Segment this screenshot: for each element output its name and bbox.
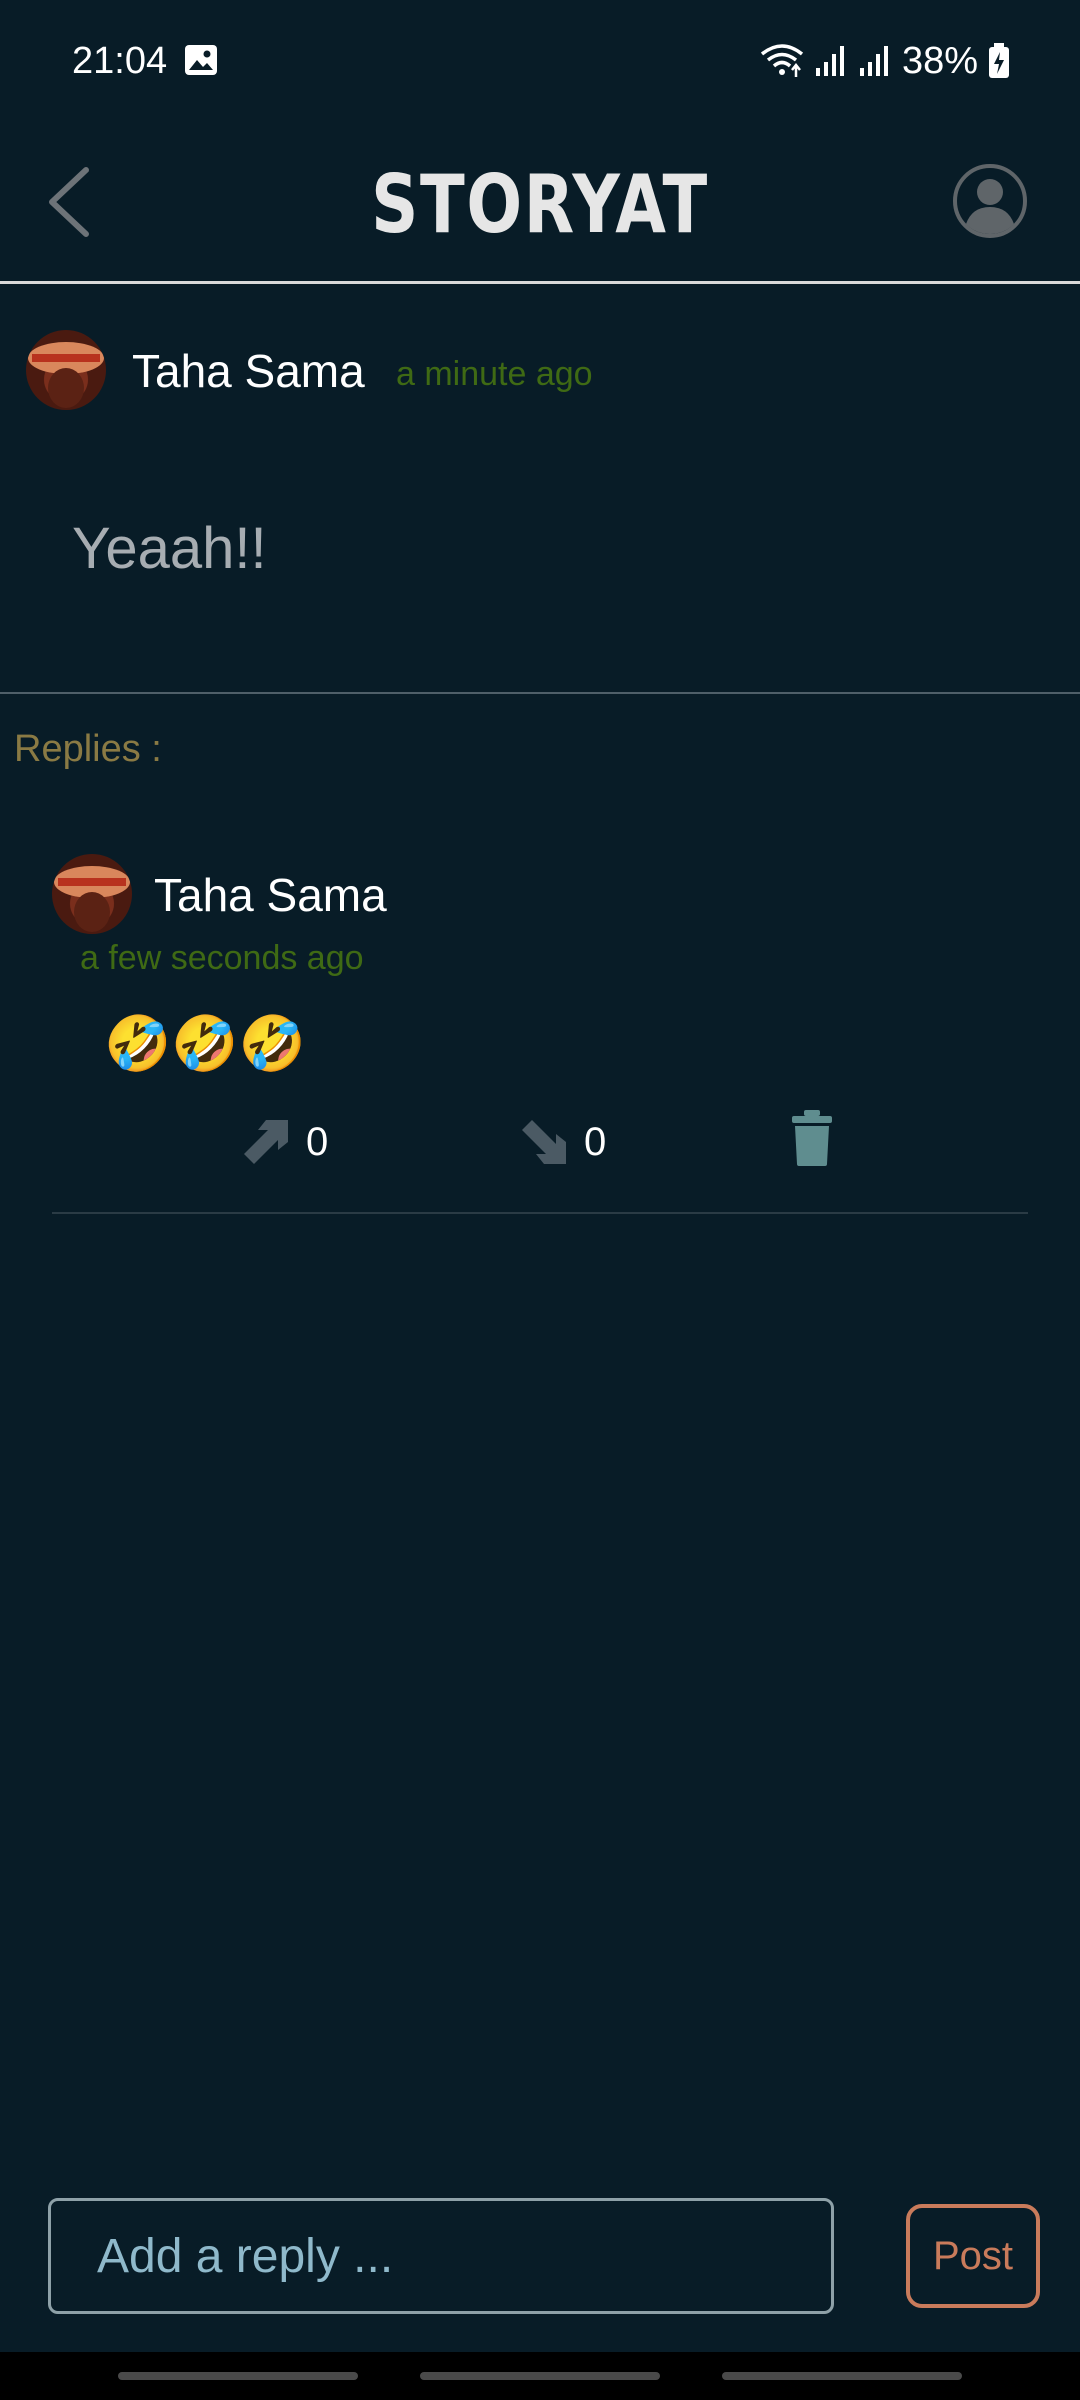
- arrow-down-icon: [522, 1120, 566, 1164]
- battery-percent: 38%: [901, 39, 978, 82]
- reply-author[interactable]: Taha Sama: [154, 868, 387, 922]
- like-button[interactable]: 0: [240, 1112, 328, 1172]
- reply-divider: [52, 1212, 1028, 1214]
- post-author[interactable]: Taha Sama: [132, 344, 365, 398]
- dislike-button[interactable]: 0: [518, 1112, 606, 1172]
- account-circle-icon[interactable]: [952, 163, 1028, 239]
- signal-icon: [859, 46, 888, 76]
- signal-icon: [815, 46, 844, 76]
- post-time: a minute ago: [396, 355, 593, 393]
- status-icons: 38%: [760, 38, 1010, 84]
- avatar-image: [54, 866, 130, 932]
- back-button[interactable]: [36, 160, 96, 240]
- battery-charging-icon: [989, 43, 1009, 78]
- like-count: 0: [306, 1120, 329, 1164]
- replies-label: Replies :: [14, 728, 162, 770]
- reply-text: 🤣🤣🤣: [104, 1014, 306, 1074]
- post-divider: [0, 692, 1080, 694]
- post-button[interactable]: Post: [906, 2204, 1040, 2308]
- avatar[interactable]: [26, 330, 106, 410]
- arrow-up-icon: [244, 1120, 288, 1164]
- wifi-icon: [760, 44, 804, 77]
- nav-recents[interactable]: [118, 2372, 358, 2380]
- post-text: Yeaah!!: [72, 516, 267, 581]
- nav-home[interactable]: [420, 2372, 660, 2380]
- nav-back[interactable]: [722, 2372, 962, 2380]
- status-time: 21:04: [72, 40, 168, 82]
- trash-icon[interactable]: [790, 1108, 834, 1168]
- avatar[interactable]: [52, 854, 132, 934]
- app-title: STORYAT: [371, 158, 709, 251]
- header-divider: [0, 281, 1080, 284]
- dislike-count: 0: [584, 1120, 607, 1164]
- reply-input[interactable]: [48, 2198, 834, 2314]
- reply-time: a few seconds ago: [80, 939, 364, 977]
- avatar-image: [28, 342, 104, 408]
- image-icon: [185, 45, 217, 75]
